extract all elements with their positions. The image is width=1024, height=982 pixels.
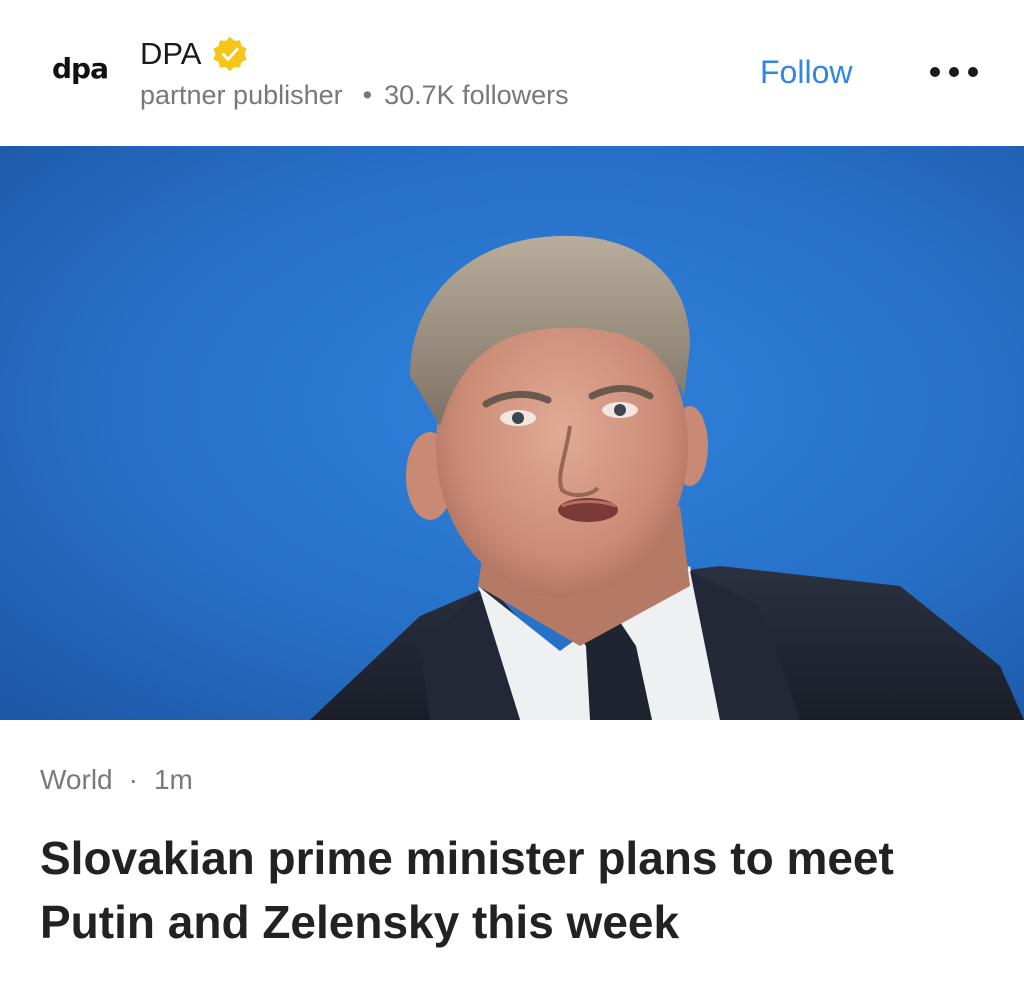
more-dot [949,67,959,77]
meta-separator: · [128,764,138,795]
news-card[interactable]: dpa DPA partner publisher • 30.7K follow… [0,0,1024,982]
publisher-header: dpa DPA partner publisher • 30.7K follow… [0,0,1024,146]
article-image[interactable] [0,146,1024,720]
hero-photo [0,146,1024,720]
publisher-logo[interactable]: dpa [52,52,109,85]
publisher-meta: partner publisher • 30.7K followers [140,80,569,111]
article-category[interactable]: World [40,764,113,796]
follower-count: 30.7K followers [384,80,569,110]
more-dot [968,67,978,77]
article-headline[interactable]: Slovakian prime minister plans to meet P… [40,826,990,954]
follow-button[interactable]: Follow [760,54,852,91]
publisher-type: partner publisher [140,80,343,110]
article-meta: World · 1m [40,764,193,796]
more-options-icon[interactable] [930,62,978,82]
publisher-name-row: DPA [140,34,249,74]
meta-separator: • [362,80,373,110]
article-time: 1m [153,764,193,795]
publisher-name[interactable]: DPA [140,36,201,72]
verified-badge-icon [213,36,248,72]
more-dot [930,67,940,77]
